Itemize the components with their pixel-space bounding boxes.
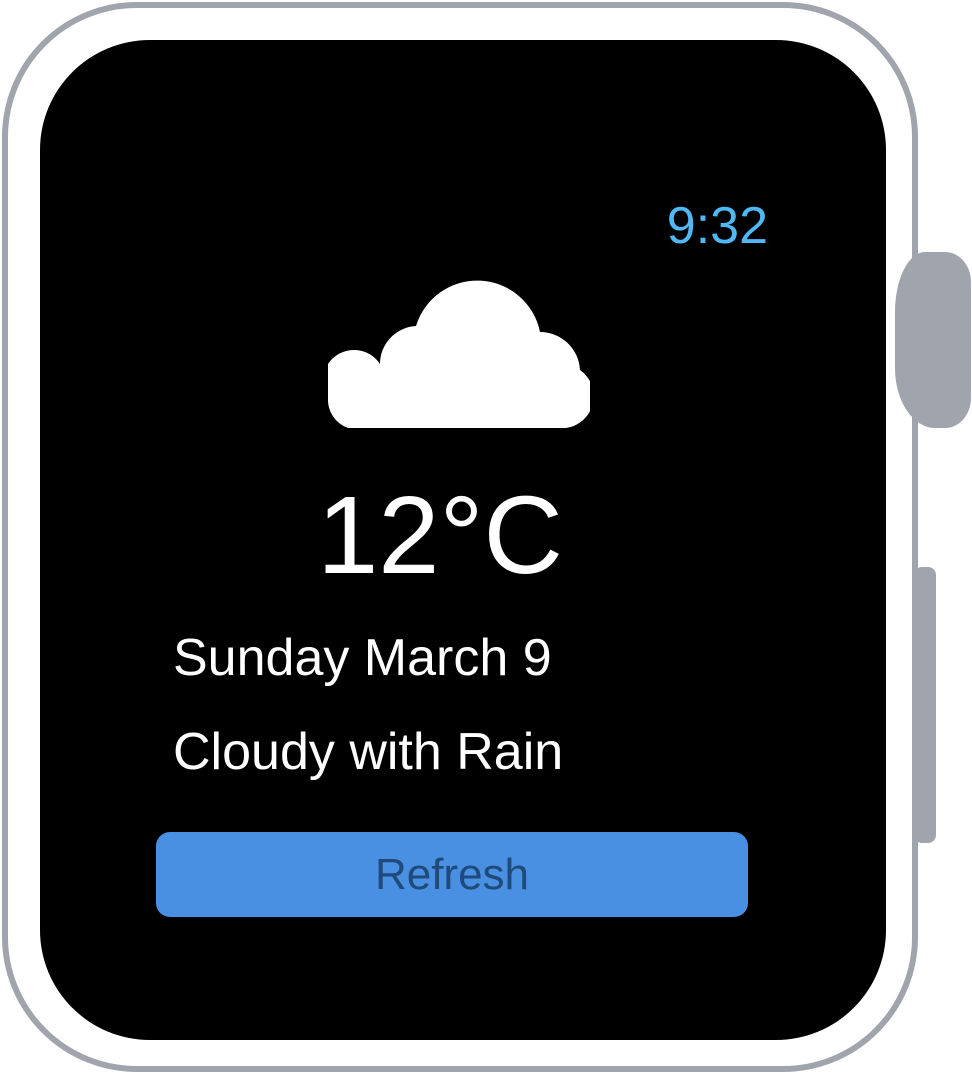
condition-label: Cloudy with Rain bbox=[173, 723, 564, 781]
cloud-icon bbox=[328, 280, 590, 428]
watch-screen: 9:32 12°C Sunday March 9 Cloudy with Rai… bbox=[40, 40, 886, 1040]
date-label: Sunday March 9 bbox=[173, 629, 552, 687]
temperature: 12°C bbox=[317, 474, 563, 597]
side-button[interactable] bbox=[914, 567, 936, 843]
refresh-button[interactable]: Refresh bbox=[156, 832, 748, 917]
status-time: 9:32 bbox=[666, 197, 768, 255]
digital-crown[interactable] bbox=[895, 252, 971, 428]
